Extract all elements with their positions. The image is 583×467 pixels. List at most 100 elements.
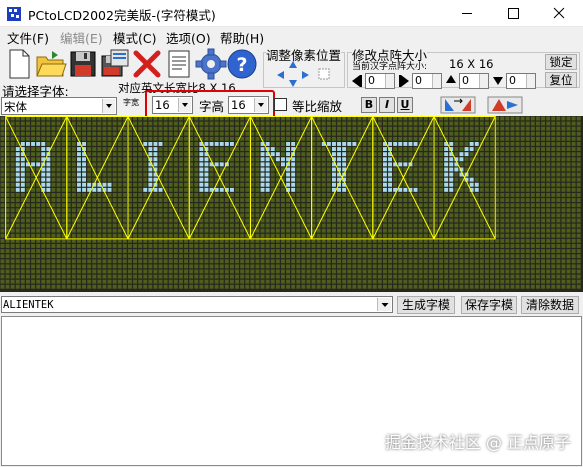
lock-button[interactable]: 锁定 xyxy=(545,54,577,70)
lit-pixel xyxy=(153,162,158,167)
chevron-down-icon[interactable] xyxy=(377,298,391,311)
underline-button[interactable]: U xyxy=(397,97,413,113)
dot-matrix-preview[interactable] xyxy=(0,116,583,292)
lit-pixel xyxy=(46,157,51,162)
minimize-button[interactable] xyxy=(444,0,490,27)
move-left-icon[interactable] xyxy=(276,70,286,80)
lit-pixel xyxy=(275,157,280,162)
lit-pixel xyxy=(393,142,398,146)
lit-pixel xyxy=(15,152,20,157)
lit-pixel xyxy=(444,187,449,192)
text-input-box[interactable] xyxy=(1,296,393,313)
lit-pixel xyxy=(281,162,285,167)
matrix-spinner-4[interactable]: 0 xyxy=(506,73,536,89)
lit-pixel xyxy=(199,167,204,172)
lit-pixel xyxy=(337,162,341,167)
flip-horizontal-icon[interactable] xyxy=(440,96,476,114)
restore-button[interactable]: 复位 xyxy=(545,72,577,88)
generate-button[interactable]: 生成字模 xyxy=(397,296,455,314)
lit-pixel xyxy=(449,177,454,182)
new-file-icon xyxy=(9,49,30,79)
menu-file[interactable]: 文件(F) xyxy=(7,28,49,47)
lit-pixel xyxy=(286,172,290,177)
new-file-button[interactable] xyxy=(3,48,35,80)
save-font-button[interactable]: 保存字模 xyxy=(461,296,517,314)
lit-pixel xyxy=(474,142,479,146)
clear-button[interactable]: 清除数据 xyxy=(521,296,579,314)
lit-pixel xyxy=(444,167,449,172)
close-icon xyxy=(553,7,565,19)
matrix-spinner-1[interactable]: 0 xyxy=(365,73,395,89)
lit-pixel xyxy=(102,182,107,187)
delete-button[interactable] xyxy=(131,48,163,80)
invert-pixels-icon[interactable] xyxy=(318,68,330,80)
lit-pixel xyxy=(77,167,81,172)
menu-help[interactable]: 帮助(H) xyxy=(220,28,264,47)
close-button[interactable] xyxy=(536,0,582,27)
lit-pixel xyxy=(398,187,403,192)
font-family-select[interactable]: 宋体 xyxy=(1,97,117,115)
watermark: 掘金技术社区 @ 正点原子 xyxy=(384,433,571,452)
lit-pixel xyxy=(383,167,387,172)
open-button[interactable] xyxy=(35,48,67,80)
lit-pixel xyxy=(388,162,392,167)
settings-button[interactable] xyxy=(195,48,227,80)
menu-mode[interactable]: 模式(C) xyxy=(113,28,156,47)
rotate-icon[interactable] xyxy=(487,96,523,114)
lit-pixel xyxy=(464,152,469,157)
lit-pixel xyxy=(459,152,464,157)
lit-pixel xyxy=(337,147,341,151)
save-button[interactable] xyxy=(67,48,99,80)
lit-pixel xyxy=(398,142,403,146)
move-up-icon[interactable] xyxy=(288,60,298,70)
lit-pixel xyxy=(388,157,392,162)
matrix-spinner-3[interactable]: 0 xyxy=(459,73,489,89)
lit-pixel xyxy=(224,142,229,146)
italic-button[interactable]: I xyxy=(379,97,395,113)
lit-pixel xyxy=(408,142,413,146)
chevron-down-icon[interactable] xyxy=(102,99,115,113)
lit-pixel xyxy=(291,177,296,182)
text-input[interactable] xyxy=(3,297,375,312)
bold-button[interactable]: B xyxy=(361,97,377,113)
document-button[interactable] xyxy=(163,48,195,80)
lit-pixel xyxy=(270,147,275,151)
lit-pixel xyxy=(260,162,265,167)
lit-pixel xyxy=(464,147,469,151)
shrink-top-icon[interactable] xyxy=(445,74,457,88)
lit-pixel xyxy=(20,142,25,146)
shrink-left-icon[interactable] xyxy=(351,74,363,88)
lit-pixel xyxy=(459,157,464,162)
lit-pixel xyxy=(15,157,20,162)
shrink-bottom-icon[interactable] xyxy=(492,74,504,88)
lit-pixel xyxy=(209,142,214,146)
lit-pixel xyxy=(20,182,25,187)
lit-pixel xyxy=(31,162,35,167)
lit-pixel xyxy=(469,142,474,146)
lit-pixel xyxy=(20,167,25,172)
matrix-spinner-2[interactable]: 0 xyxy=(412,73,442,89)
lit-pixel xyxy=(332,182,336,187)
menu-options[interactable]: 选项(O) xyxy=(166,28,211,47)
move-down-icon[interactable] xyxy=(288,78,298,88)
maximize-button[interactable] xyxy=(490,0,536,27)
lit-pixel xyxy=(46,177,51,182)
width-label: 字宽 xyxy=(123,98,139,107)
help-button[interactable]: ? xyxy=(226,48,258,80)
gear-icon xyxy=(195,48,227,80)
menu-edit[interactable]: 编辑(E) xyxy=(60,28,103,47)
lit-pixel xyxy=(143,187,148,192)
lit-pixel xyxy=(46,167,51,172)
shrink-right-icon[interactable] xyxy=(398,74,410,88)
proportional-checkbox[interactable] xyxy=(274,98,287,111)
lit-pixel xyxy=(413,142,418,146)
lit-pixel xyxy=(204,142,209,146)
minimize-icon xyxy=(462,13,472,14)
lit-pixel xyxy=(230,187,234,192)
help-icon: ? xyxy=(227,49,257,79)
lit-pixel xyxy=(326,142,331,146)
lit-pixel xyxy=(153,187,158,192)
move-right-icon[interactable] xyxy=(300,70,310,80)
save-as-button[interactable] xyxy=(99,48,131,80)
lit-pixel xyxy=(342,187,347,192)
